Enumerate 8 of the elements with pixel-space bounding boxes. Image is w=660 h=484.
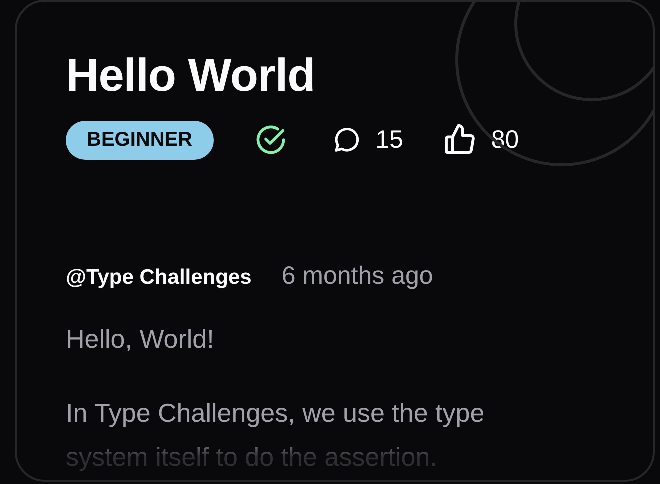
description-text: Hello, World! (66, 323, 216, 356)
description-text: In Type Challenges, we use the type system itself to do the assertion. (66, 397, 486, 474)
author-link[interactable]: @Type Challenges (66, 266, 252, 290)
comment-count: 15 (376, 126, 404, 154)
difficulty-badge: BEGINNER (66, 120, 214, 160)
thumbs-up-icon (443, 123, 478, 157)
challenge-title: Hello World (66, 48, 316, 103)
post-time: 6 months ago (282, 262, 434, 291)
